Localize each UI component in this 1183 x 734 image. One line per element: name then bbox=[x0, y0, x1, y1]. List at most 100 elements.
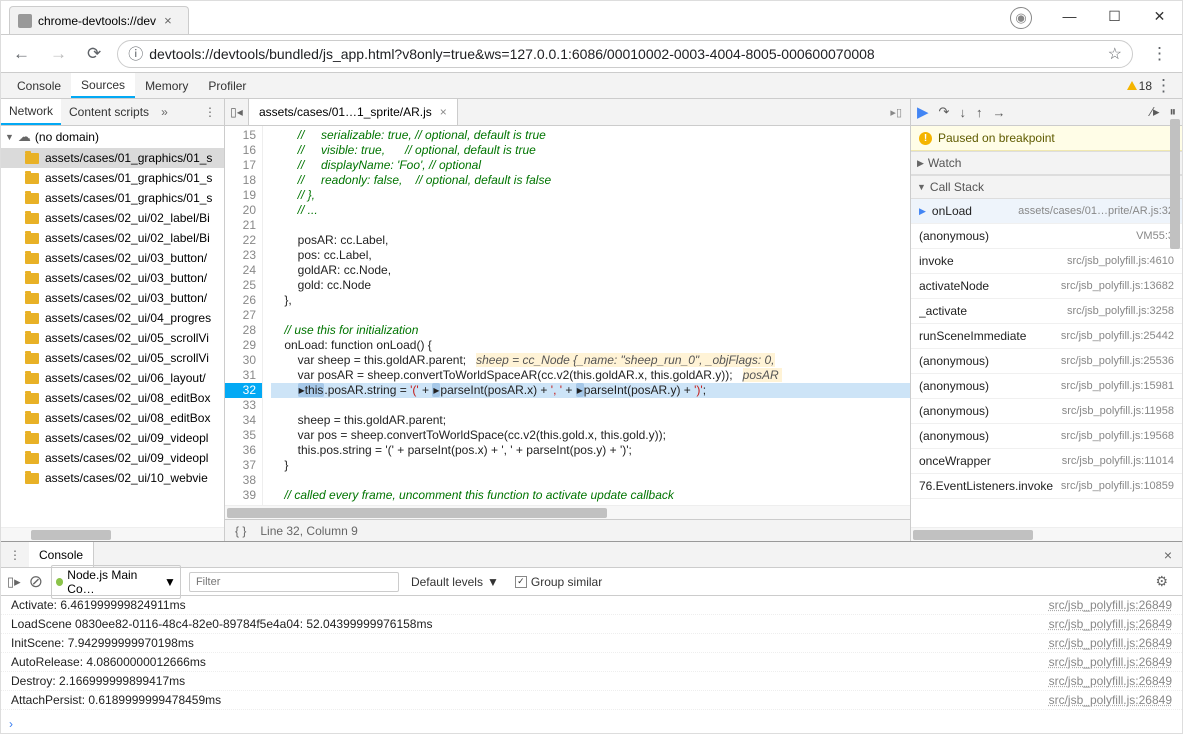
group-similar-toggle[interactable]: ✓ Group similar bbox=[511, 572, 606, 592]
tree-folder-item[interactable]: assets/cases/02_ui/02_label/Bi bbox=[1, 228, 224, 248]
tab-memory[interactable]: Memory bbox=[135, 73, 198, 98]
message-source-link[interactable]: src/jsb_polyfill.js:26849 bbox=[1049, 674, 1172, 688]
tree-folder-item[interactable]: assets/cases/02_ui/03_button/ bbox=[1, 268, 224, 288]
code-line[interactable] bbox=[271, 398, 910, 413]
stack-frame[interactable]: (anonymous)src/jsb_polyfill.js:25536 bbox=[911, 349, 1182, 374]
line-number[interactable]: 38 bbox=[225, 473, 256, 488]
line-number[interactable]: 16 bbox=[225, 143, 256, 158]
editor-file-tab[interactable]: assets/cases/01…1_sprite/AR.js × bbox=[249, 99, 458, 125]
navigator-tab-content-scripts[interactable]: Content scripts bbox=[61, 99, 157, 125]
tree-folder-item[interactable]: assets/cases/01_graphics/01_s bbox=[1, 188, 224, 208]
code-line[interactable]: var sheep = this.goldAR.parent; sheep = … bbox=[271, 353, 910, 368]
console-message[interactable]: Destroy: 2.166999999899417mssrc/jsb_poly… bbox=[1, 672, 1182, 691]
call-stack-list[interactable]: onLoadassets/cases/01…prite/AR.js:32(ano… bbox=[911, 199, 1182, 527]
frame-location[interactable]: src/jsb_polyfill.js:11958 bbox=[1062, 405, 1174, 417]
code-line[interactable] bbox=[271, 308, 910, 323]
step-over-button[interactable]: ↷ bbox=[939, 104, 950, 120]
line-number[interactable]: 25 bbox=[225, 278, 256, 293]
line-number[interactable]: 15 bbox=[225, 128, 256, 143]
code-line[interactable]: // serializable: true, // optional, defa… bbox=[271, 128, 910, 143]
line-number[interactable]: 19 bbox=[225, 188, 256, 203]
line-gutter[interactable]: 1516171819202122232425262728293031323334… bbox=[225, 126, 263, 505]
resume-button[interactable]: ▶ bbox=[917, 103, 929, 121]
frame-location[interactable]: src/jsb_polyfill.js:4610 bbox=[1067, 255, 1174, 267]
console-message[interactable]: LoadScene 0830ee82-0116-48c4-82e0-89784f… bbox=[1, 615, 1182, 634]
line-number[interactable]: 32 bbox=[225, 383, 262, 398]
line-number[interactable]: 20 bbox=[225, 203, 256, 218]
close-file-icon[interactable]: × bbox=[440, 105, 447, 119]
navigator-menu-icon[interactable]: ⋮ bbox=[196, 105, 224, 119]
stack-frame[interactable]: runSceneImmediatesrc/jsb_polyfill.js:254… bbox=[911, 324, 1182, 349]
frame-location[interactable]: src/jsb_polyfill.js:25442 bbox=[1061, 330, 1174, 342]
line-number[interactable]: 26 bbox=[225, 293, 256, 308]
console-message[interactable]: AutoRelease: 4.08600000012666mssrc/jsb_p… bbox=[1, 653, 1182, 672]
deactivate-breakpoints-button[interactable]: ⁄▸ bbox=[1151, 104, 1160, 120]
bookmark-icon[interactable]: ☆ bbox=[1108, 44, 1122, 64]
address-field[interactable]: ⓘ devtools://devtools/bundled/js_app.htm… bbox=[117, 40, 1133, 68]
console-filter-input[interactable] bbox=[189, 572, 399, 592]
code-line[interactable]: this.pos.string = '(' + parseInt(pos.x) … bbox=[271, 443, 910, 458]
code-line[interactable]: posAR: cc.Label, bbox=[271, 233, 910, 248]
line-number[interactable]: 28 bbox=[225, 323, 256, 338]
drawer-menu-icon[interactable]: ⋮ bbox=[1, 548, 29, 562]
maximize-button[interactable]: ☐ bbox=[1092, 1, 1137, 31]
code-line[interactable]: // displayName: 'Foo', // optional bbox=[271, 158, 910, 173]
toggle-navigator-icon[interactable]: ▯◂ bbox=[225, 99, 249, 125]
code-line[interactable] bbox=[271, 218, 910, 233]
code-line[interactable]: }, bbox=[271, 293, 910, 308]
navigator-more-icon[interactable]: » bbox=[161, 105, 168, 119]
tree-folder-item[interactable]: assets/cases/02_ui/04_progres bbox=[1, 308, 224, 328]
console-message[interactable]: AttachPersist: 0.6189999999478459mssrc/j… bbox=[1, 691, 1182, 710]
code-line[interactable]: // use this for initialization bbox=[271, 323, 910, 338]
log-levels-select[interactable]: Default levels ▼ bbox=[407, 572, 503, 592]
file-tree[interactable]: ▼ ☁ (no domain) assets/cases/01_graphics… bbox=[1, 126, 224, 527]
close-tab-icon[interactable]: × bbox=[162, 13, 174, 28]
tree-folder-item[interactable]: assets/cases/02_ui/10_webvie bbox=[1, 468, 224, 488]
frame-location[interactable]: src/jsb_polyfill.js:10859 bbox=[1061, 480, 1174, 492]
code-content[interactable]: // serializable: true, // optional, defa… bbox=[263, 126, 910, 505]
stack-frame[interactable]: (anonymous)src/jsb_polyfill.js:19568 bbox=[911, 424, 1182, 449]
clear-console-icon[interactable]: ⊘ bbox=[29, 572, 43, 592]
code-line[interactable]: onLoad: function onLoad() { bbox=[271, 338, 910, 353]
drawer-tab-console[interactable]: Console bbox=[29, 542, 94, 567]
minimize-button[interactable]: — bbox=[1047, 1, 1092, 31]
line-number[interactable]: 36 bbox=[225, 443, 256, 458]
editor-h-scrollbar[interactable] bbox=[225, 505, 910, 519]
debugger-v-scrollbar[interactable] bbox=[1168, 99, 1182, 541]
profile-icon[interactable]: ◉ bbox=[1010, 7, 1032, 29]
stack-frame[interactable]: activateNodesrc/jsb_polyfill.js:13682 bbox=[911, 274, 1182, 299]
tree-folder-item[interactable]: assets/cases/02_ui/03_button/ bbox=[1, 288, 224, 308]
stack-frame[interactable]: (anonymous)src/jsb_polyfill.js:15981 bbox=[911, 374, 1182, 399]
reload-button[interactable]: ⟳ bbox=[83, 40, 105, 68]
frame-location[interactable]: src/jsb_polyfill.js:11014 bbox=[1062, 455, 1174, 467]
tab-sources[interactable]: Sources bbox=[71, 73, 135, 98]
close-button[interactable]: ✕ bbox=[1137, 1, 1182, 31]
stack-frame[interactable]: onLoadassets/cases/01…prite/AR.js:32 bbox=[911, 199, 1182, 224]
tree-folder-item[interactable]: assets/cases/02_ui/08_editBox bbox=[1, 388, 224, 408]
console-prompt[interactable]: › bbox=[1, 715, 1182, 733]
devtools-menu-icon[interactable]: ⋮ bbox=[1149, 76, 1178, 96]
debugger-h-scrollbar[interactable] bbox=[911, 527, 1182, 541]
tree-folder-item[interactable]: assets/cases/01_graphics/01_s bbox=[1, 148, 224, 168]
tree-folder-item[interactable]: assets/cases/02_ui/09_videopl bbox=[1, 448, 224, 468]
drawer-close-icon[interactable]: × bbox=[1154, 547, 1182, 563]
code-line[interactable]: // }, bbox=[271, 188, 910, 203]
line-number[interactable]: 22 bbox=[225, 233, 256, 248]
message-source-link[interactable]: src/jsb_polyfill.js:26849 bbox=[1049, 636, 1172, 650]
code-line[interactable] bbox=[271, 473, 910, 488]
console-message[interactable]: Activate: 6.461999999824911mssrc/jsb_pol… bbox=[1, 596, 1182, 615]
checkbox-icon[interactable]: ✓ bbox=[515, 576, 527, 588]
line-number[interactable]: 30 bbox=[225, 353, 256, 368]
stack-frame[interactable]: invokesrc/jsb_polyfill.js:4610 bbox=[911, 249, 1182, 274]
code-line[interactable]: var pos = sheep.convertToWorldSpace(cc.v… bbox=[271, 428, 910, 443]
back-button[interactable]: ← bbox=[9, 40, 34, 68]
stack-frame[interactable]: (anonymous)VM55:3 bbox=[911, 224, 1182, 249]
stack-frame[interactable]: onceWrappersrc/jsb_polyfill.js:11014 bbox=[911, 449, 1182, 474]
line-number[interactable]: 23 bbox=[225, 248, 256, 263]
tab-profiler[interactable]: Profiler bbox=[198, 73, 256, 98]
line-number[interactable]: 39 bbox=[225, 488, 256, 503]
tree-folder-item[interactable]: assets/cases/01_graphics/01_s bbox=[1, 168, 224, 188]
callstack-section-header[interactable]: ▼ Call Stack bbox=[911, 175, 1182, 199]
line-number[interactable]: 24 bbox=[225, 263, 256, 278]
code-line[interactable]: // visible: true, // optional, default i… bbox=[271, 143, 910, 158]
